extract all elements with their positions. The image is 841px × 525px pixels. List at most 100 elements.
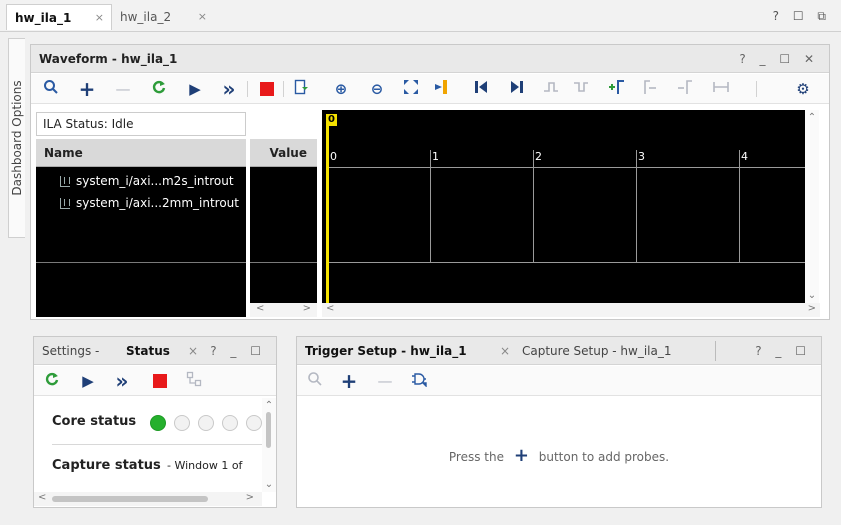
previous-transition-icon[interactable] xyxy=(541,79,561,99)
add-marker-icon[interactable] xyxy=(607,79,627,99)
value-column-header[interactable]: Value xyxy=(250,139,317,167)
status-horizontal-scrollbar[interactable]: < > xyxy=(34,492,262,506)
zoom-out-icon[interactable]: ⊖ xyxy=(367,79,387,99)
tab-status[interactable]: Status xyxy=(126,344,170,358)
status-toolbar: ▶ » xyxy=(34,366,276,396)
tab-label: hw_ila_2 xyxy=(120,10,172,24)
status-led-off xyxy=(198,415,214,431)
status-led-off xyxy=(246,415,262,431)
row-divider xyxy=(36,262,246,263)
search-icon[interactable] xyxy=(41,79,61,99)
ila-status-field: ILA Status: Idle xyxy=(36,112,246,136)
refresh-icon[interactable] xyxy=(42,371,62,391)
window-controls[interactable]: ? ☐ ⧉ xyxy=(773,9,831,24)
status-panel-controls[interactable]: ? _ ☐ xyxy=(210,344,266,358)
capture-status-label: Capture status xyxy=(52,458,161,473)
previous-marker-icon[interactable] xyxy=(641,79,661,99)
toolbar-separator xyxy=(283,81,284,97)
trigger-panel-controls[interactable]: ? _ ☐ xyxy=(755,344,811,358)
search-icon[interactable] xyxy=(305,371,325,391)
time-tick-label: 3 xyxy=(638,150,645,163)
run-immediate-icon[interactable]: » xyxy=(112,371,132,391)
refresh-icon[interactable] xyxy=(149,79,169,99)
zoom-in-icon[interactable]: ⊕ xyxy=(331,79,351,99)
values-horizontal-scrollbar[interactable]: < > xyxy=(250,303,317,317)
hierarchy-icon[interactable] xyxy=(184,371,204,391)
signal-name: system_i/axi...m2s_introut xyxy=(76,174,234,188)
signal-names-pane[interactable]: Name system_i/axi...m2s_introut system_i… xyxy=(36,139,246,317)
signal-name: system_i/axi...2mm_introut xyxy=(76,196,239,210)
next-marker-icon[interactable] xyxy=(675,79,695,99)
grid-line xyxy=(329,262,805,263)
remove-icon[interactable]: — xyxy=(113,79,133,99)
add-icon[interactable]: + xyxy=(339,371,359,391)
close-icon[interactable]: × xyxy=(95,11,104,24)
tab-hw-ila-2[interactable]: hw_ila_2 × xyxy=(112,4,214,30)
bus-signal-icon xyxy=(60,176,70,187)
waveform-horizontal-scrollbar[interactable]: < > xyxy=(322,303,820,317)
cursor-line[interactable] xyxy=(326,126,329,303)
waveform-panel-controls[interactable]: ? _ ☐ ✕ xyxy=(739,52,819,66)
close-icon[interactable]: × xyxy=(198,10,207,23)
toolbar-separator xyxy=(247,81,248,97)
tab-capture-setup[interactable]: Capture Setup - hw_ila_1 xyxy=(522,344,672,358)
name-column-header[interactable]: Name xyxy=(36,139,246,167)
signal-row[interactable]: system_i/axi...2mm_introut xyxy=(36,193,246,215)
time-tick-label: 4 xyxy=(741,150,748,163)
tab-trigger-setup[interactable]: Trigger Setup - hw_ila_1 xyxy=(305,344,467,358)
status-content: Core status Capture status - Window 1 of xyxy=(34,398,264,492)
dashboard-options-label: Dashboard Options xyxy=(10,80,24,196)
core-status-label: Core status xyxy=(52,414,137,429)
stop-icon[interactable] xyxy=(257,79,277,99)
gear-icon[interactable]: ⚙ xyxy=(793,79,813,99)
status-led-on xyxy=(150,415,166,431)
time-tick-label: 1 xyxy=(432,150,439,163)
run-trigger-icon[interactable]: ▶ xyxy=(78,371,98,391)
tab-divider xyxy=(715,341,716,361)
waveform-canvas[interactable]: 0 0 1 2 3 4 xyxy=(322,110,805,303)
run-trigger-icon[interactable]: ▶ xyxy=(185,79,205,99)
status-vertical-scrollbar[interactable]: ⌃ ⌄ xyxy=(262,398,276,492)
close-icon[interactable]: × xyxy=(500,344,510,358)
empty-message-prefix: Press the xyxy=(448,450,504,464)
stop-icon[interactable] xyxy=(150,371,170,391)
add-icon[interactable]: + xyxy=(77,79,97,99)
trigger-setup-panel: Trigger Setup - hw_ila_1 × Capture Setup… xyxy=(296,336,822,508)
remove-icon[interactable]: — xyxy=(375,371,395,391)
tab-hw-ila-1[interactable]: hw_ila_1 × xyxy=(6,4,112,30)
dashboard-options-tab[interactable]: Dashboard Options xyxy=(8,38,25,238)
document-tab-bar: hw_ila_1 × hw_ila_2 × ? ☐ ⧉ xyxy=(0,0,841,32)
close-icon[interactable]: × xyxy=(188,344,198,358)
grid-line xyxy=(329,167,805,168)
status-led-off xyxy=(222,415,238,431)
time-tick-label: 0 xyxy=(330,150,337,163)
export-icon[interactable] xyxy=(291,79,311,99)
signal-row[interactable]: system_i/axi...m2s_introut xyxy=(36,171,246,193)
bus-signal-icon xyxy=(60,198,70,209)
go-to-start-icon[interactable] xyxy=(471,79,491,99)
tab-settings[interactable]: Settings - xyxy=(42,344,99,358)
trigger-panel-header: Trigger Setup - hw_ila_1 × Capture Setup… xyxy=(297,337,821,365)
status-led-off xyxy=(174,415,190,431)
time-tick-label: 2 xyxy=(535,150,542,163)
tab-label: hw_ila_1 xyxy=(15,11,72,25)
go-to-cursor-icon[interactable] xyxy=(431,79,451,99)
zoom-fit-icon[interactable] xyxy=(401,79,421,99)
waveform-toolbar: + — ▶ » ⊕ ⊖ ⚙ xyxy=(31,74,829,104)
empty-probes-message: Press the + button to add probes. xyxy=(297,445,821,466)
toolbar-separator xyxy=(756,81,757,97)
go-to-end-icon[interactable] xyxy=(507,79,527,99)
capture-status-value: - Window 1 of xyxy=(167,459,243,472)
next-transition-icon[interactable] xyxy=(571,79,591,99)
status-panel: Settings - Status × ? _ ☐ ▶ » Core statu… xyxy=(33,336,277,508)
cursor-marker-label[interactable]: 0 xyxy=(326,114,337,126)
waveform-vertical-scrollbar[interactable]: ⌃ ⌄ xyxy=(805,110,819,303)
swap-markers-icon[interactable] xyxy=(711,79,731,99)
signal-values-pane: Value xyxy=(250,139,317,303)
add-icon[interactable]: + xyxy=(514,445,529,466)
run-immediate-icon[interactable]: » xyxy=(219,79,239,99)
trigger-toolbar: + — xyxy=(297,366,821,396)
waveform-title: Waveform - hw_ila_1 xyxy=(39,52,178,66)
logic-gate-icon[interactable] xyxy=(409,371,429,391)
divider xyxy=(52,444,264,445)
